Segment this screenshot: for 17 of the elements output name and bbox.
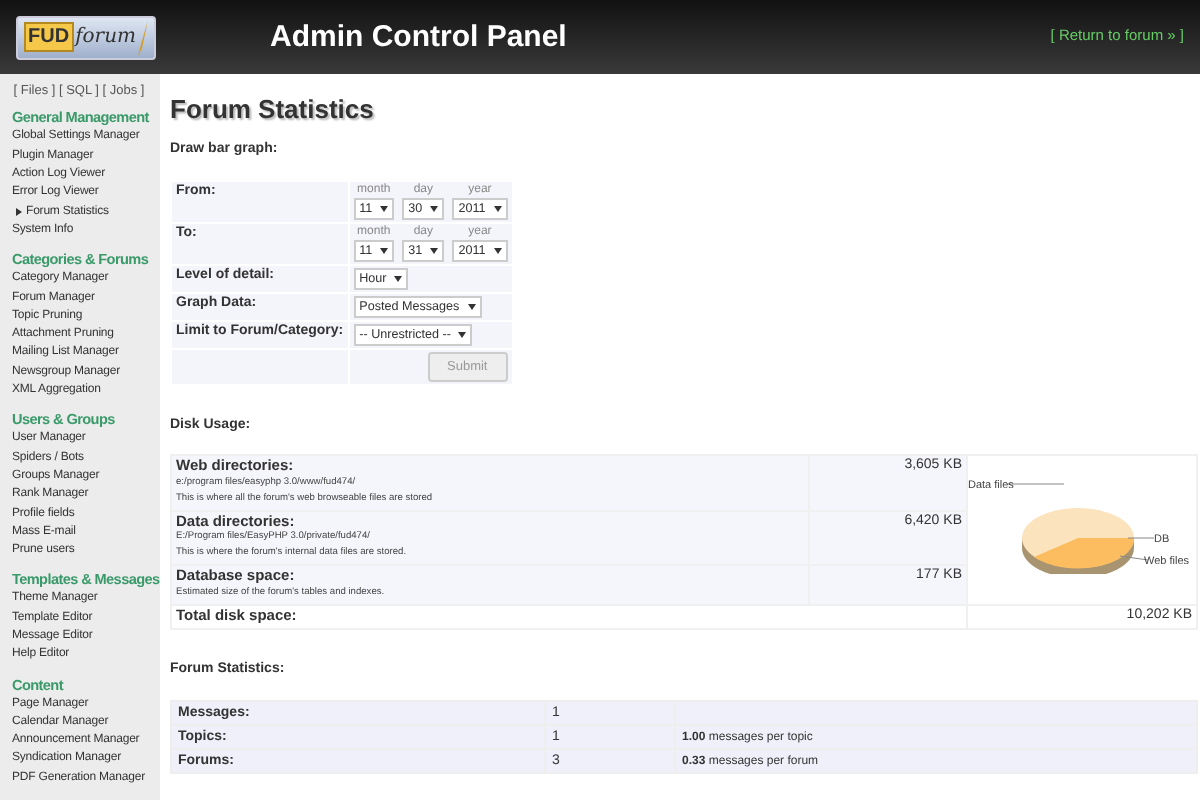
pie-chart-drawing [1022,508,1134,575]
caret-icon [458,331,467,338]
logo-text: FUD [24,22,74,52]
leader-line [1127,537,1155,539]
caret-icon [493,205,502,212]
caret-icon [380,205,389,212]
caret-icon [493,247,502,254]
quill-icon [138,19,148,55]
logo-text: forum [75,25,136,49]
page-header-title: Admin Control Panel [270,19,567,55]
caret-icon [430,205,439,212]
caret-icon [380,247,389,254]
leader-line [1007,483,1065,485]
caret-icon [394,275,403,282]
caret-icon [430,247,439,254]
caret-icon [467,303,476,310]
page-title: Forum Statistics [170,96,376,126]
